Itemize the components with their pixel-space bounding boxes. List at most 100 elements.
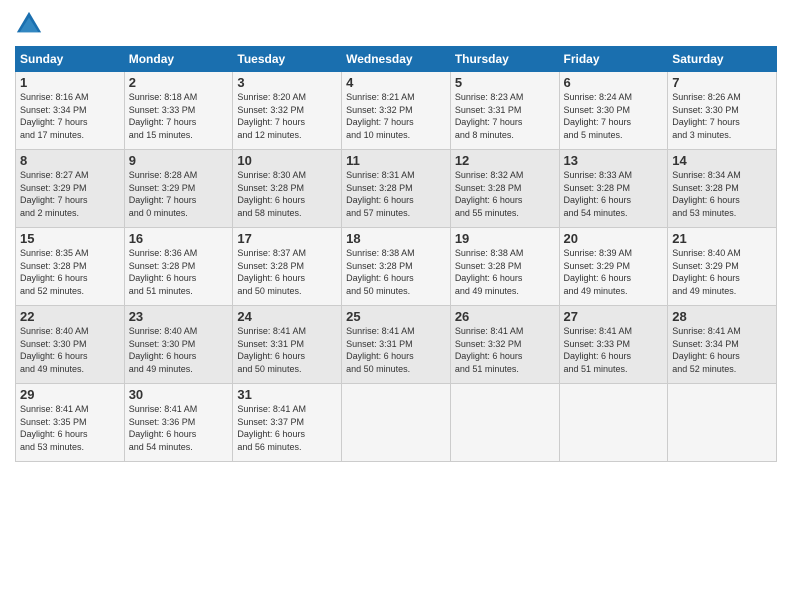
- calendar-cell: 19Sunrise: 8:38 AM Sunset: 3:28 PM Dayli…: [450, 228, 559, 306]
- calendar-cell: 10Sunrise: 8:30 AM Sunset: 3:28 PM Dayli…: [233, 150, 342, 228]
- cell-info: Sunrise: 8:16 AM Sunset: 3:34 PM Dayligh…: [20, 91, 120, 141]
- cell-info: Sunrise: 8:23 AM Sunset: 3:31 PM Dayligh…: [455, 91, 555, 141]
- calendar-cell: [450, 384, 559, 462]
- calendar-cell: 25Sunrise: 8:41 AM Sunset: 3:31 PM Dayli…: [342, 306, 451, 384]
- cell-info: Sunrise: 8:33 AM Sunset: 3:28 PM Dayligh…: [564, 169, 664, 219]
- calendar-cell: 5Sunrise: 8:23 AM Sunset: 3:31 PM Daylig…: [450, 72, 559, 150]
- col-header-saturday: Saturday: [668, 47, 777, 72]
- calendar-cell: 4Sunrise: 8:21 AM Sunset: 3:32 PM Daylig…: [342, 72, 451, 150]
- calendar-cell: 20Sunrise: 8:39 AM Sunset: 3:29 PM Dayli…: [559, 228, 668, 306]
- calendar-cell: 11Sunrise: 8:31 AM Sunset: 3:28 PM Dayli…: [342, 150, 451, 228]
- cell-info: Sunrise: 8:39 AM Sunset: 3:29 PM Dayligh…: [564, 247, 664, 297]
- calendar-cell: 21Sunrise: 8:40 AM Sunset: 3:29 PM Dayli…: [668, 228, 777, 306]
- day-number: 5: [455, 75, 555, 90]
- col-header-wednesday: Wednesday: [342, 47, 451, 72]
- calendar-cell: 8Sunrise: 8:27 AM Sunset: 3:29 PM Daylig…: [16, 150, 125, 228]
- col-header-friday: Friday: [559, 47, 668, 72]
- day-number: 23: [129, 309, 229, 324]
- calendar-cell: 26Sunrise: 8:41 AM Sunset: 3:32 PM Dayli…: [450, 306, 559, 384]
- day-number: 2: [129, 75, 229, 90]
- cell-info: Sunrise: 8:30 AM Sunset: 3:28 PM Dayligh…: [237, 169, 337, 219]
- day-number: 25: [346, 309, 446, 324]
- day-number: 18: [346, 231, 446, 246]
- day-number: 10: [237, 153, 337, 168]
- header: [15, 10, 777, 38]
- day-number: 6: [564, 75, 664, 90]
- week-row-0: 1Sunrise: 8:16 AM Sunset: 3:34 PM Daylig…: [16, 72, 777, 150]
- logo-icon: [15, 10, 43, 38]
- cell-info: Sunrise: 8:27 AM Sunset: 3:29 PM Dayligh…: [20, 169, 120, 219]
- calendar-cell: 30Sunrise: 8:41 AM Sunset: 3:36 PM Dayli…: [124, 384, 233, 462]
- calendar-cell: 23Sunrise: 8:40 AM Sunset: 3:30 PM Dayli…: [124, 306, 233, 384]
- cell-info: Sunrise: 8:38 AM Sunset: 3:28 PM Dayligh…: [346, 247, 446, 297]
- week-row-4: 29Sunrise: 8:41 AM Sunset: 3:35 PM Dayli…: [16, 384, 777, 462]
- header-row: SundayMondayTuesdayWednesdayThursdayFrid…: [16, 47, 777, 72]
- day-number: 14: [672, 153, 772, 168]
- col-header-tuesday: Tuesday: [233, 47, 342, 72]
- cell-info: Sunrise: 8:24 AM Sunset: 3:30 PM Dayligh…: [564, 91, 664, 141]
- day-number: 26: [455, 309, 555, 324]
- day-number: 22: [20, 309, 120, 324]
- day-number: 8: [20, 153, 120, 168]
- cell-info: Sunrise: 8:41 AM Sunset: 3:32 PM Dayligh…: [455, 325, 555, 375]
- day-number: 27: [564, 309, 664, 324]
- col-header-monday: Monday: [124, 47, 233, 72]
- calendar-cell: 16Sunrise: 8:36 AM Sunset: 3:28 PM Dayli…: [124, 228, 233, 306]
- calendar-cell: 12Sunrise: 8:32 AM Sunset: 3:28 PM Dayli…: [450, 150, 559, 228]
- cell-info: Sunrise: 8:26 AM Sunset: 3:30 PM Dayligh…: [672, 91, 772, 141]
- cell-info: Sunrise: 8:38 AM Sunset: 3:28 PM Dayligh…: [455, 247, 555, 297]
- calendar-cell: 9Sunrise: 8:28 AM Sunset: 3:29 PM Daylig…: [124, 150, 233, 228]
- day-number: 9: [129, 153, 229, 168]
- day-number: 4: [346, 75, 446, 90]
- day-number: 17: [237, 231, 337, 246]
- cell-info: Sunrise: 8:41 AM Sunset: 3:31 PM Dayligh…: [237, 325, 337, 375]
- cell-info: Sunrise: 8:41 AM Sunset: 3:36 PM Dayligh…: [129, 403, 229, 453]
- logo: [15, 10, 47, 38]
- calendar-cell: [559, 384, 668, 462]
- week-row-1: 8Sunrise: 8:27 AM Sunset: 3:29 PM Daylig…: [16, 150, 777, 228]
- cell-info: Sunrise: 8:36 AM Sunset: 3:28 PM Dayligh…: [129, 247, 229, 297]
- calendar-cell: 3Sunrise: 8:20 AM Sunset: 3:32 PM Daylig…: [233, 72, 342, 150]
- calendar-cell: 2Sunrise: 8:18 AM Sunset: 3:33 PM Daylig…: [124, 72, 233, 150]
- cell-info: Sunrise: 8:28 AM Sunset: 3:29 PM Dayligh…: [129, 169, 229, 219]
- col-header-thursday: Thursday: [450, 47, 559, 72]
- day-number: 20: [564, 231, 664, 246]
- day-number: 28: [672, 309, 772, 324]
- cell-info: Sunrise: 8:40 AM Sunset: 3:30 PM Dayligh…: [20, 325, 120, 375]
- calendar-cell: 7Sunrise: 8:26 AM Sunset: 3:30 PM Daylig…: [668, 72, 777, 150]
- cell-info: Sunrise: 8:35 AM Sunset: 3:28 PM Dayligh…: [20, 247, 120, 297]
- day-number: 16: [129, 231, 229, 246]
- day-number: 11: [346, 153, 446, 168]
- day-number: 19: [455, 231, 555, 246]
- week-row-3: 22Sunrise: 8:40 AM Sunset: 3:30 PM Dayli…: [16, 306, 777, 384]
- calendar-cell: [668, 384, 777, 462]
- calendar-cell: 22Sunrise: 8:40 AM Sunset: 3:30 PM Dayli…: [16, 306, 125, 384]
- calendar-cell: 15Sunrise: 8:35 AM Sunset: 3:28 PM Dayli…: [16, 228, 125, 306]
- cell-info: Sunrise: 8:37 AM Sunset: 3:28 PM Dayligh…: [237, 247, 337, 297]
- day-number: 12: [455, 153, 555, 168]
- day-number: 29: [20, 387, 120, 402]
- cell-info: Sunrise: 8:40 AM Sunset: 3:29 PM Dayligh…: [672, 247, 772, 297]
- day-number: 30: [129, 387, 229, 402]
- day-number: 21: [672, 231, 772, 246]
- cell-info: Sunrise: 8:18 AM Sunset: 3:33 PM Dayligh…: [129, 91, 229, 141]
- calendar-cell: 27Sunrise: 8:41 AM Sunset: 3:33 PM Dayli…: [559, 306, 668, 384]
- calendar-cell: 14Sunrise: 8:34 AM Sunset: 3:28 PM Dayli…: [668, 150, 777, 228]
- calendar-cell: 29Sunrise: 8:41 AM Sunset: 3:35 PM Dayli…: [16, 384, 125, 462]
- day-number: 3: [237, 75, 337, 90]
- day-number: 31: [237, 387, 337, 402]
- cell-info: Sunrise: 8:41 AM Sunset: 3:35 PM Dayligh…: [20, 403, 120, 453]
- calendar-cell: 13Sunrise: 8:33 AM Sunset: 3:28 PM Dayli…: [559, 150, 668, 228]
- day-number: 13: [564, 153, 664, 168]
- cell-info: Sunrise: 8:41 AM Sunset: 3:37 PM Dayligh…: [237, 403, 337, 453]
- cell-info: Sunrise: 8:40 AM Sunset: 3:30 PM Dayligh…: [129, 325, 229, 375]
- cell-info: Sunrise: 8:31 AM Sunset: 3:28 PM Dayligh…: [346, 169, 446, 219]
- calendar-cell: 24Sunrise: 8:41 AM Sunset: 3:31 PM Dayli…: [233, 306, 342, 384]
- calendar-cell: 18Sunrise: 8:38 AM Sunset: 3:28 PM Dayli…: [342, 228, 451, 306]
- week-row-2: 15Sunrise: 8:35 AM Sunset: 3:28 PM Dayli…: [16, 228, 777, 306]
- day-number: 15: [20, 231, 120, 246]
- calendar-cell: 1Sunrise: 8:16 AM Sunset: 3:34 PM Daylig…: [16, 72, 125, 150]
- calendar-cell: [342, 384, 451, 462]
- cell-info: Sunrise: 8:34 AM Sunset: 3:28 PM Dayligh…: [672, 169, 772, 219]
- day-number: 7: [672, 75, 772, 90]
